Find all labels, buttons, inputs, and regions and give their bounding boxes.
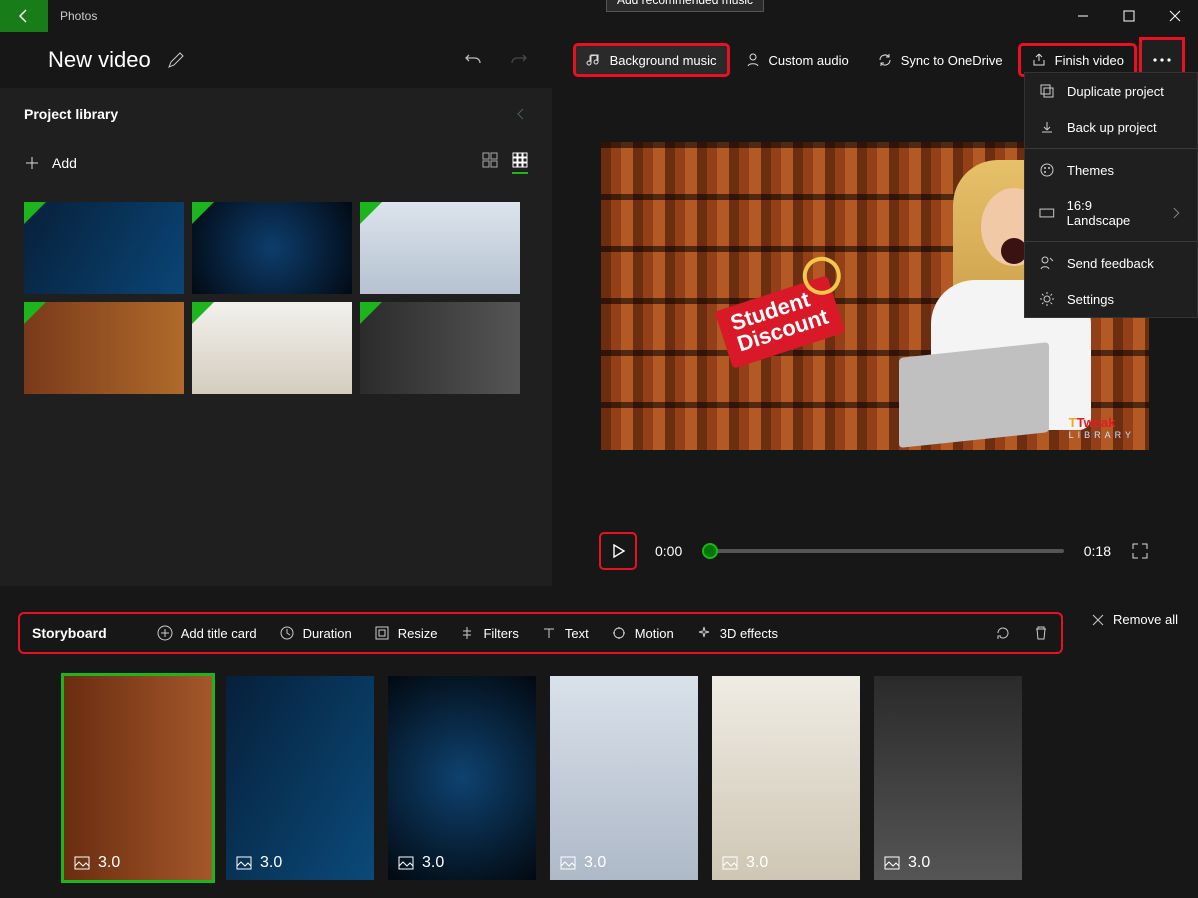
arrow-left-icon [16, 8, 32, 24]
seek-handle[interactable] [702, 543, 718, 559]
library-title: Project library [24, 106, 118, 122]
main-area: Project library Add [0, 88, 1198, 586]
add-media-button[interactable]: Add [24, 155, 77, 171]
collapse-icon[interactable] [514, 107, 528, 121]
storyboard-title: Storyboard [32, 625, 107, 641]
project-title-group: New video [48, 47, 185, 73]
view-toggle [482, 152, 528, 174]
window-controls [1060, 0, 1198, 32]
trash-icon[interactable] [1033, 625, 1049, 641]
undo-icon[interactable] [464, 51, 482, 69]
background-music-label: Background music [610, 53, 717, 68]
time-current: 0:00 [655, 543, 682, 559]
library-thumb[interactable] [192, 202, 352, 294]
sync-onedrive-button[interactable]: Sync to OneDrive [867, 46, 1013, 74]
export-icon [1031, 52, 1047, 68]
rotate-icon[interactable] [995, 625, 1011, 641]
sparkle-icon [696, 625, 712, 641]
menu-themes[interactable]: Themes [1025, 152, 1197, 188]
menu-backup[interactable]: Back up project [1025, 109, 1197, 145]
playback-controls: 0:00 0:18 [601, 534, 1149, 568]
chevron-right-icon [1169, 206, 1183, 220]
menu-duplicate[interactable]: Duplicate project [1025, 73, 1197, 109]
storyboard-toolbar: Storyboard Add title card Duration Resiz… [18, 612, 1063, 654]
grid-small-icon[interactable] [512, 152, 528, 174]
fullscreen-icon[interactable] [1131, 542, 1149, 560]
gear-icon [1039, 291, 1055, 307]
finish-video-label: Finish video [1055, 53, 1124, 68]
close-button[interactable] [1152, 0, 1198, 32]
storyboard-clip[interactable]: 3.0 [550, 676, 698, 880]
app-name: Photos [48, 9, 97, 23]
redo-icon[interactable] [510, 51, 528, 69]
motion-button[interactable]: Motion [611, 625, 674, 641]
minimize-button[interactable] [1060, 0, 1106, 32]
storyboard-clip[interactable]: 3.0 [874, 676, 1022, 880]
undo-redo-group [464, 51, 528, 69]
library-thumb[interactable] [24, 302, 184, 394]
ellipsis-icon [1153, 58, 1171, 62]
library-thumb[interactable] [360, 202, 520, 294]
play-icon [610, 543, 626, 559]
menu-feedback[interactable]: Send feedback [1025, 245, 1197, 281]
tooltip-bg-music: Add recommended music [606, 0, 764, 12]
custom-audio-button[interactable]: Custom audio [735, 46, 859, 74]
sync-icon [877, 52, 893, 68]
plus-card-icon [157, 625, 173, 641]
music-icon [586, 52, 602, 68]
text-icon [541, 625, 557, 641]
filters-button[interactable]: Filters [459, 625, 518, 641]
finish-video-button[interactable]: Finish video [1021, 46, 1134, 74]
backup-icon [1039, 119, 1055, 135]
edit-icon[interactable] [167, 51, 185, 69]
project-title: New video [48, 47, 151, 73]
grid-large-icon[interactable] [482, 152, 498, 168]
title-bar: Photos [0, 0, 1198, 32]
library-thumb[interactable] [360, 302, 520, 394]
resize-icon [374, 625, 390, 641]
more-context-menu: Duplicate project Back up project Themes… [1024, 72, 1198, 318]
menu-settings[interactable]: Settings [1025, 281, 1197, 317]
person-audio-icon [745, 52, 761, 68]
duplicate-icon [1039, 83, 1055, 99]
brand-logo: TTweakLIBRARY [1069, 415, 1135, 440]
background-music-button[interactable]: Background music [576, 46, 727, 74]
resize-button[interactable]: Resize [374, 625, 438, 641]
storyboard-clip[interactable]: 3.0 [64, 676, 212, 880]
themes-icon [1039, 162, 1055, 178]
maximize-button[interactable] [1106, 0, 1152, 32]
seek-track[interactable] [702, 549, 1064, 553]
3d-effects-button[interactable]: 3D effects [696, 625, 778, 641]
library-thumb[interactable] [192, 302, 352, 394]
library-thumbnails [24, 202, 528, 394]
image-icon [74, 855, 90, 871]
filters-icon [459, 625, 475, 641]
top-toolbar: New video Background music Custom audio … [0, 32, 1198, 88]
clock-icon [279, 625, 295, 641]
aspect-icon [1039, 205, 1055, 221]
menu-aspect[interactable]: 16:9 Landscape [1025, 188, 1197, 238]
text-button[interactable]: Text [541, 625, 589, 641]
play-button[interactable] [601, 534, 635, 568]
sync-label: Sync to OneDrive [901, 53, 1003, 68]
feedback-icon [1039, 255, 1055, 271]
back-button[interactable] [0, 0, 48, 32]
add-title-card-button[interactable]: Add title card [157, 625, 257, 641]
storyboard-clip[interactable]: 3.0 [712, 676, 860, 880]
library-thumb[interactable] [24, 202, 184, 294]
plus-icon [24, 155, 40, 171]
x-icon [1091, 613, 1105, 627]
storyboard-clip[interactable]: 3.0 [388, 676, 536, 880]
project-library-panel: Project library Add [0, 88, 552, 586]
time-total: 0:18 [1084, 543, 1111, 559]
remove-all-button[interactable]: Remove all [1091, 612, 1178, 627]
custom-audio-label: Custom audio [769, 53, 849, 68]
storyboard-clips: 3.0 3.0 3.0 3.0 3.0 3.0 [0, 654, 1198, 880]
duration-button[interactable]: Duration [279, 625, 352, 641]
motion-icon [611, 625, 627, 641]
storyboard-clip[interactable]: 3.0 [226, 676, 374, 880]
